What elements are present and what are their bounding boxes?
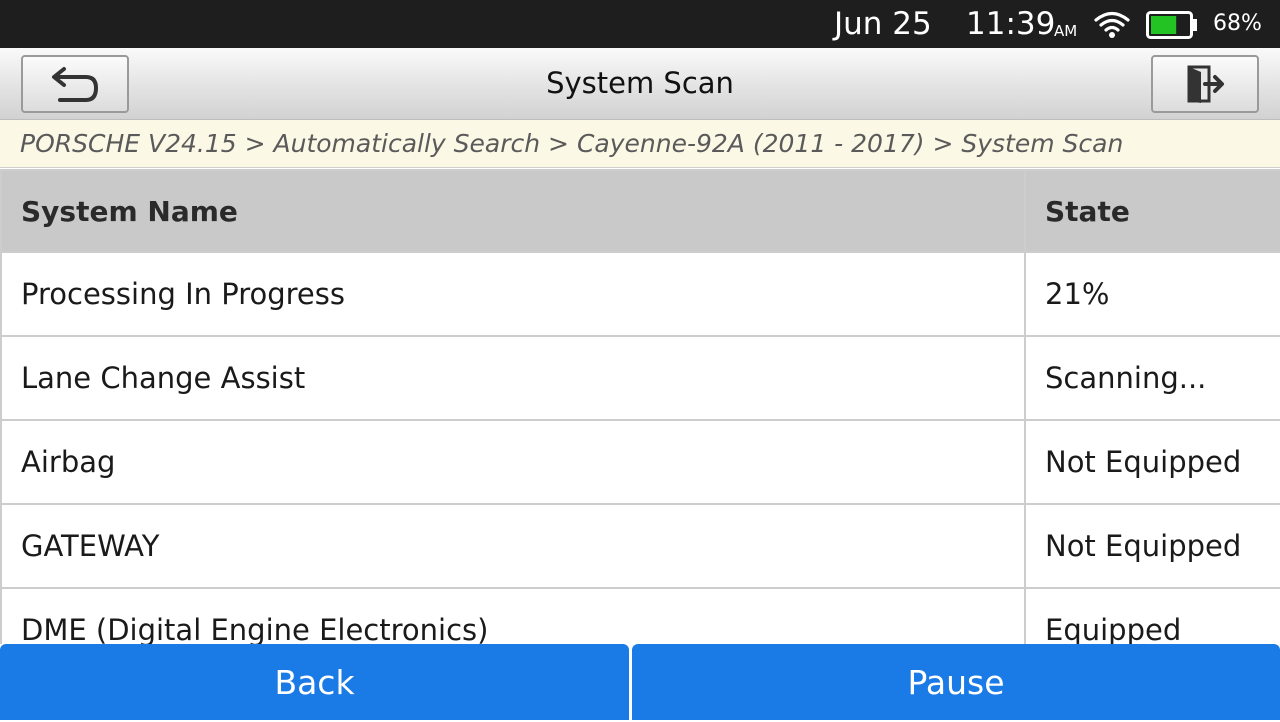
table-row[interactable]: DME (Digital Engine Electronics) Equippe… <box>0 587 1280 644</box>
status-bar: Jun 25 11:39 AM 68% <box>0 0 1280 48</box>
pause-button[interactable]: Pause <box>632 644 1280 720</box>
table-row[interactable]: GATEWAY Not Equipped <box>0 503 1280 589</box>
footer-bar: Back Pause <box>0 644 1280 720</box>
state-cell: Not Equipped <box>1024 419 1280 505</box>
page-title: System Scan <box>546 66 734 100</box>
breadcrumb-text: PORSCHE V24.15 > Automatically Search > … <box>20 129 1124 158</box>
battery-percent: 68% <box>1213 11 1262 36</box>
state-cell: Not Equipped <box>1024 503 1280 589</box>
exit-button[interactable] <box>1151 55 1259 113</box>
table-row[interactable]: Airbag Not Equipped <box>0 419 1280 505</box>
status-date: Jun 25 <box>834 6 932 42</box>
breadcrumb: PORSCHE V24.15 > Automatically Search > … <box>0 120 1280 168</box>
table-header-row: System Name State <box>0 169 1280 253</box>
header-state: State <box>1024 169 1280 253</box>
system-table-container[interactable]: System Name State Processing In Progress… <box>0 169 1280 644</box>
system-name-cell: DME (Digital Engine Electronics) <box>0 587 1026 644</box>
system-table: System Name State Processing In Progress… <box>0 169 1280 644</box>
status-time: 11:39 <box>966 6 1056 42</box>
table-row[interactable]: Processing In Progress 21% <box>0 251 1280 337</box>
system-name-cell: GATEWAY <box>0 503 1026 589</box>
state-cell: 21% <box>1024 251 1280 337</box>
exit-icon <box>1187 65 1224 103</box>
state-cell: Scanning... <box>1024 335 1280 421</box>
battery-icon <box>1146 11 1197 39</box>
system-name-cell: Airbag <box>0 419 1026 505</box>
table-row[interactable]: Lane Change Assist Scanning... <box>0 335 1280 421</box>
header-system-name: System Name <box>0 169 1026 253</box>
wifi-icon <box>1094 11 1130 38</box>
system-name-cell: Lane Change Assist <box>0 335 1026 421</box>
system-name-cell: Processing In Progress <box>0 251 1026 337</box>
title-bar: System Scan <box>0 48 1280 120</box>
back-button[interactable]: Back <box>0 644 629 720</box>
state-cell: Equipped <box>1024 587 1280 644</box>
status-ampm: AM <box>1054 22 1078 40</box>
